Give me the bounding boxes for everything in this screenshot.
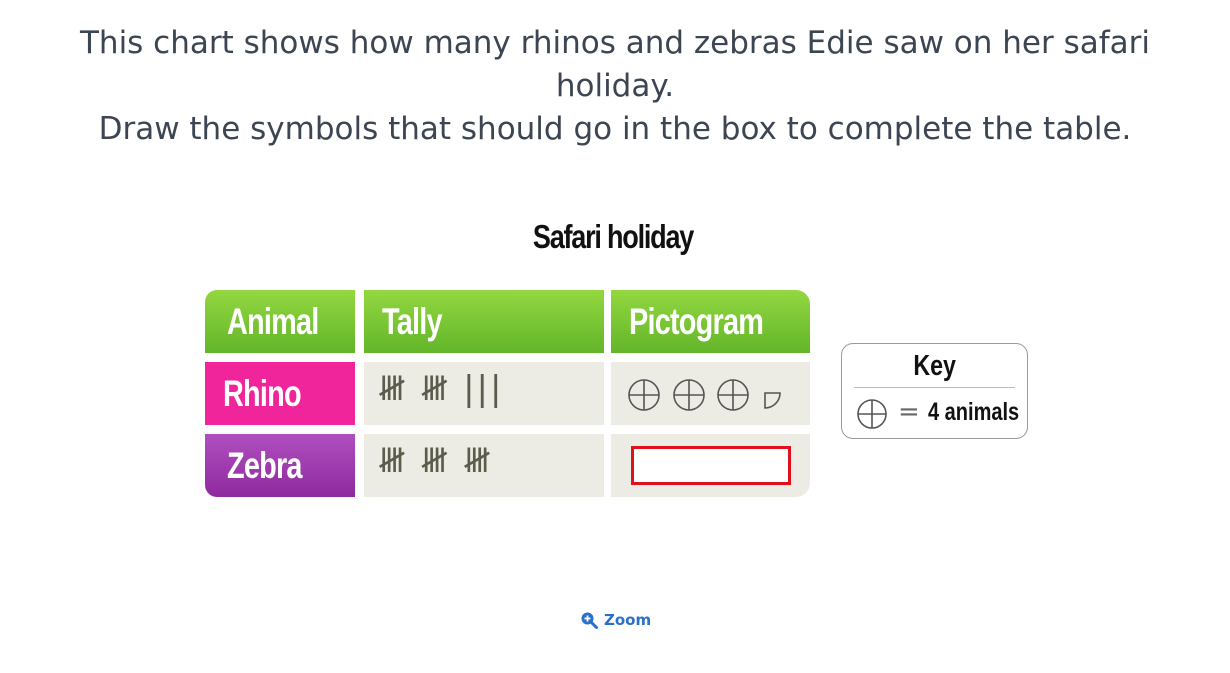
row-label-rhino: Rhino (205, 362, 355, 425)
header-animal: Animal (205, 290, 355, 353)
zebra-tally: 𝍸 𝍸 𝍸 (378, 441, 493, 481)
rhino-tally: 𝍸 𝍸 ||| (378, 369, 504, 409)
circle-cross-icon (673, 379, 705, 411)
circle-cross-icon (857, 399, 887, 429)
rhino-tally-cell: 𝍸 𝍸 ||| (364, 362, 604, 425)
question-text: This chart shows how many rhinos and zeb… (30, 22, 1200, 151)
rhino-label: Rhino (223, 372, 302, 414)
question-line-1: This chart shows how many rhinos and zeb… (79, 25, 1150, 104)
header-tally: Tally (364, 290, 604, 353)
rhino-pictogram (628, 379, 781, 411)
key-equals: = (898, 397, 920, 427)
row-label-zebra: Zebra (205, 434, 355, 497)
zoom-in-icon (581, 612, 598, 629)
quarter-circle-icon (764, 392, 781, 409)
circle-cross-icon (628, 379, 660, 411)
header-tally-label: Tally (382, 300, 443, 342)
question-line-2: Draw the symbols that should go in the b… (98, 111, 1132, 147)
key-box: Key = 4 animals (841, 343, 1028, 439)
header-pictogram: Pictogram (611, 290, 810, 353)
zebra-label: Zebra (227, 444, 302, 486)
header-pictogram-label: Pictogram (629, 300, 764, 342)
answer-box[interactable] (631, 446, 791, 485)
zoom-button[interactable]: Zoom (580, 611, 651, 629)
header-animal-label: Animal (227, 300, 319, 342)
key-title: Key (913, 350, 956, 382)
key-divider (854, 387, 1015, 388)
circle-cross-icon (717, 379, 749, 411)
table-title: Safari holiday (532, 218, 694, 255)
zoom-label: Zoom (604, 611, 652, 629)
zebra-tally-cell: 𝍸 𝍸 𝍸 (364, 434, 604, 497)
key-value: 4 animals (928, 398, 1020, 426)
